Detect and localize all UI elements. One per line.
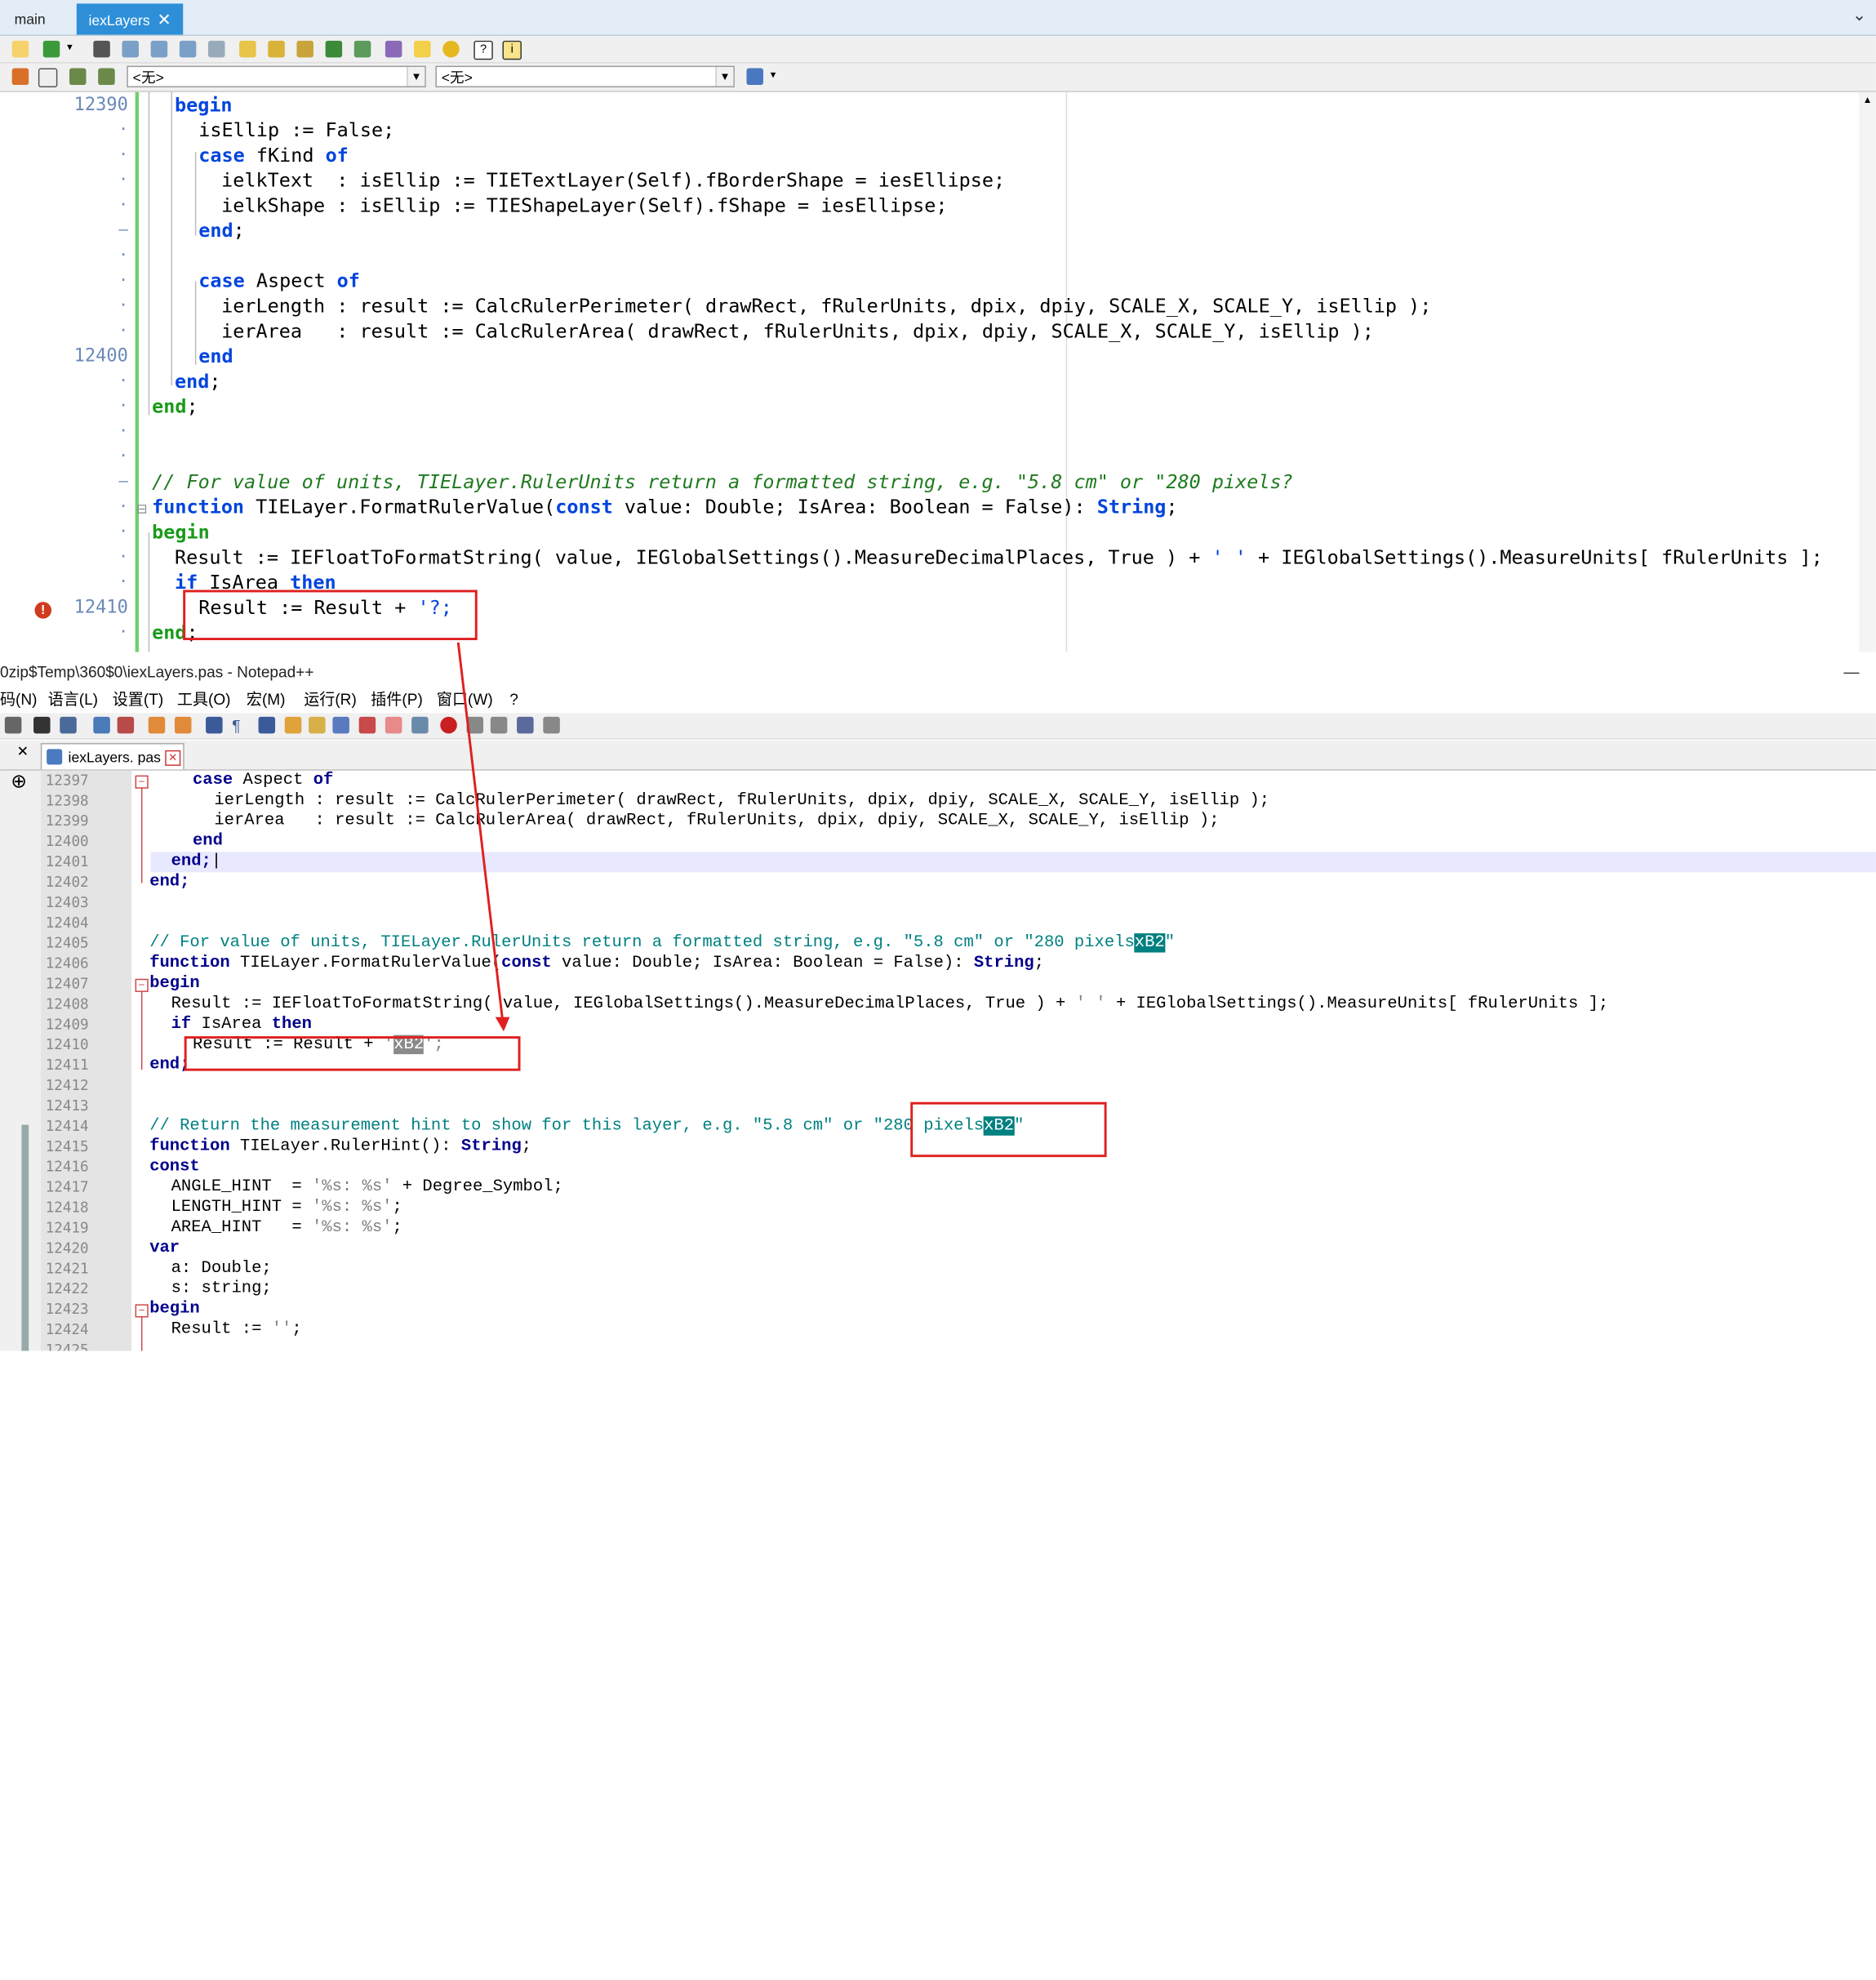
annotation-arrow [456, 642, 510, 1032]
